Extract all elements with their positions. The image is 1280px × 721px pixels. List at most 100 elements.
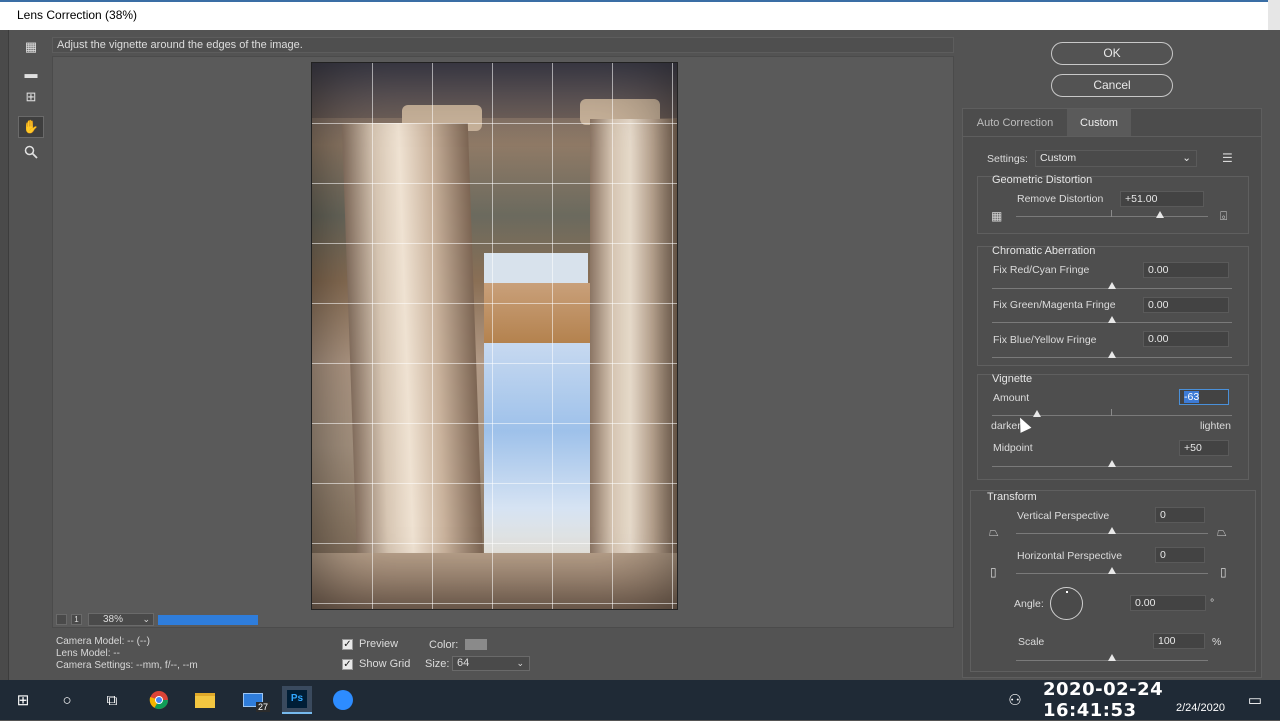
grid-size-value: 64 <box>457 657 470 669</box>
fit-screen-button[interactable] <box>56 614 67 625</box>
amount-field[interactable]: -63 <box>1179 389 1229 405</box>
panel-menu-icon[interactable]: ☰ <box>1222 152 1233 164</box>
checkmark-icon: ✓ <box>342 658 353 670</box>
horizontal-perspective-right-icon: ▯ <box>1220 565 1227 579</box>
grid-line <box>432 63 433 609</box>
cancel-button[interactable]: Cancel <box>1051 74 1173 97</box>
window-edge <box>1268 0 1280 30</box>
task-view-icon[interactable]: ⧉ <box>97 686 127 714</box>
tab-custom[interactable]: Custom <box>1067 109 1131 137</box>
camera-model: Camera Model: -- (--) <box>56 636 150 647</box>
photoshop-icon[interactable]: Ps <box>282 686 312 714</box>
people-icon[interactable]: ⚇ <box>1000 686 1030 714</box>
actual-pixels-button[interactable]: 1 <box>71 614 82 625</box>
window-title: Lens Correction (38%) <box>17 8 138 22</box>
zoom-select[interactable]: 38% ⌄ <box>88 613 154 626</box>
barrel-icon: ⌻ <box>1220 209 1228 223</box>
grid-line <box>312 183 677 184</box>
straighten-tool-icon[interactable]: ▬ <box>18 62 44 84</box>
window-titlebar: Lens Correction (38%) <box>0 0 1280 30</box>
vertical-perspective-field[interactable]: 0 <box>1155 507 1205 523</box>
horizontal-perspective-slider[interactable] <box>1108 567 1116 574</box>
camera-settings: Camera Settings: --mm, f/--, --m <box>56 660 198 671</box>
pincushion-icon: ▦ <box>991 209 1003 223</box>
grid-line <box>312 483 677 484</box>
vignette-overlay <box>312 63 677 609</box>
red-cyan-slider[interactable] <box>1108 282 1116 289</box>
file-explorer-icon[interactable] <box>190 686 220 714</box>
angle-unit: ° <box>1210 597 1215 609</box>
green-magenta-field[interactable]: 0.00 <box>1143 297 1229 313</box>
midpoint-field[interactable]: +50 <box>1179 440 1229 456</box>
angle-dial[interactable] <box>1050 587 1083 620</box>
lens-model: Lens Model: -- <box>56 648 120 659</box>
move-grid-tool-icon[interactable]: ⊞ <box>18 86 44 108</box>
preview-label: Preview <box>359 638 399 650</box>
vertical-perspective-left-icon: ⏢ <box>989 525 999 539</box>
size-label: Size: <box>425 658 450 670</box>
blue-yellow-slider[interactable] <box>1108 351 1116 358</box>
vertical-perspective-label: Vertical Perspective <box>1017 510 1110 522</box>
grid-size-select[interactable]: 64 ⌄ <box>452 656 530 671</box>
chevron-down-icon: ⌄ <box>142 614 150 624</box>
grid-line <box>312 603 677 604</box>
mail-icon[interactable]: 27 <box>238 686 271 714</box>
blue-yellow-field[interactable]: 0.00 <box>1143 331 1229 347</box>
remove-distortion-field[interactable]: +51.00 <box>1120 191 1204 207</box>
settings-select[interactable]: Custom ⌄ <box>1035 150 1197 167</box>
color-label: Color: <box>429 639 459 651</box>
grid-line <box>552 63 553 609</box>
lighten-label: lighten <box>1200 420 1231 432</box>
midpoint-slider[interactable] <box>1108 460 1116 467</box>
settings-value: Custom <box>1040 152 1077 164</box>
chevron-down-icon: ⌄ <box>1182 152 1191 164</box>
remove-distortion-track <box>1016 216 1208 217</box>
red-cyan-field[interactable]: 0.00 <box>1143 262 1229 278</box>
remove-distortion-tool-icon[interactable]: ▦ <box>18 36 44 58</box>
tab-auto-correction[interactable]: Auto Correction <box>971 109 1059 137</box>
grid-line <box>312 123 677 124</box>
vertical-perspective-slider[interactable] <box>1108 527 1116 534</box>
timestamp-overlay: 2020-02-24 16:41:53 <box>1043 679 1164 721</box>
vignette-title: Vignette <box>992 373 1033 385</box>
zoom-app-icon[interactable] <box>328 686 358 714</box>
tab-divider <box>962 136 1262 137</box>
grid-line <box>672 63 673 609</box>
preview-image[interactable] <box>311 62 678 610</box>
remove-distortion-slider[interactable] <box>1156 211 1164 218</box>
chromatic-aberration-title: Chromatic Aberration <box>992 245 1096 257</box>
center-tick <box>1111 409 1112 416</box>
tool-palette: ▦ ▬ ⊞ ✋ <box>18 36 44 176</box>
grid-line <box>312 423 677 424</box>
horizontal-perspective-left-icon: ▯ <box>990 565 997 579</box>
geometric-distortion-title: Geometric Distortion <box>992 174 1093 186</box>
grid-line <box>312 543 677 544</box>
amount-track <box>992 415 1232 416</box>
titlebar-accent <box>0 0 1280 2</box>
scale-field[interactable]: 100 <box>1153 633 1205 649</box>
amount-slider[interactable] <box>1033 410 1041 417</box>
red-cyan-label: Fix Red/Cyan Fringe <box>993 264 1090 276</box>
hand-tool-icon[interactable]: ✋ <box>18 116 44 138</box>
windows-start-icon[interactable]: ⊞ <box>8 686 38 714</box>
horizontal-perspective-field[interactable]: 0 <box>1155 547 1205 563</box>
scale-slider[interactable] <box>1108 654 1116 661</box>
settings-label: Settings: <box>987 153 1028 165</box>
search-circle-icon[interactable]: ○ <box>52 686 82 714</box>
ok-button[interactable]: OK <box>1051 42 1173 65</box>
preview-checkbox[interactable]: ✓ Preview <box>342 638 398 650</box>
grid-color-swatch[interactable] <box>465 639 487 650</box>
transform-title: Transform <box>987 491 1037 503</box>
angle-field[interactable]: 0.00 <box>1130 595 1206 611</box>
horizontal-perspective-label: Horizontal Perspective <box>1017 550 1123 562</box>
taskbar-date: 2/24/2020 <box>1176 702 1225 714</box>
show-grid-checkbox[interactable]: ✓ Show Grid <box>342 658 410 670</box>
angle-dial-marker <box>1066 591 1068 593</box>
checkmark-icon: ✓ <box>342 638 353 650</box>
grid-line <box>312 363 677 364</box>
hint-bar: Adjust the vignette around the edges of … <box>52 37 954 53</box>
zoom-tool-icon[interactable] <box>18 141 44 163</box>
green-magenta-slider[interactable] <box>1108 316 1116 323</box>
chrome-icon[interactable] <box>144 686 174 714</box>
grid-line <box>372 63 373 609</box>
